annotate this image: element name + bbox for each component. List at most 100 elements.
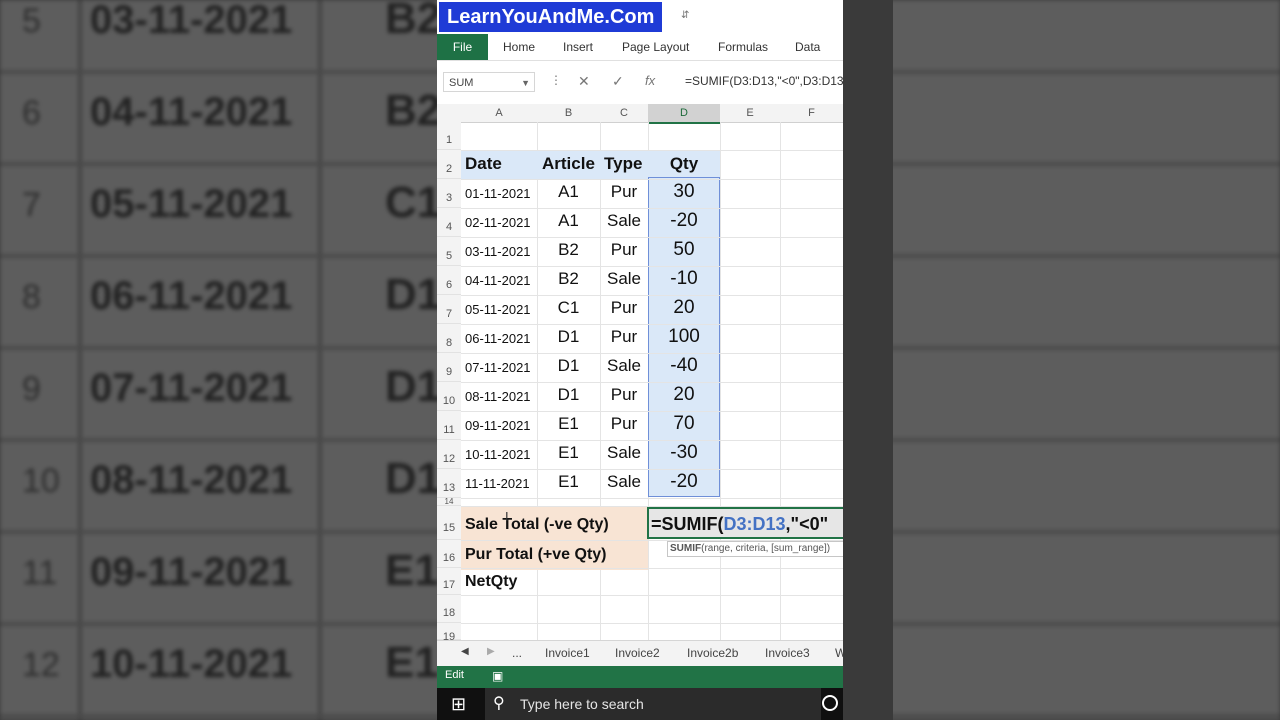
sheet-tab-w[interactable]: W <box>835 646 843 660</box>
row-header[interactable]: 9 <box>437 353 461 382</box>
tooltip-function-name[interactable]: SUMIF <box>670 543 701 554</box>
column-header-a[interactable]: A <box>461 104 538 123</box>
cell-qty[interactable]: 100 <box>648 326 720 348</box>
tab-home[interactable]: Home <box>503 34 535 60</box>
cell-article[interactable]: E1 <box>537 443 600 463</box>
row-header[interactable]: 18 <box>437 595 461 623</box>
cell-article[interactable]: E1 <box>537 472 600 492</box>
cell-type[interactable]: Sale <box>600 443 648 463</box>
cell-date[interactable]: 09-11-2021 <box>465 418 531 433</box>
column-header-e[interactable]: E <box>720 104 781 123</box>
row-header[interactable]: 13 <box>437 469 461 498</box>
cell-type[interactable]: Pur <box>600 182 648 202</box>
sheet-tab-invoice1[interactable]: Invoice1 <box>545 646 590 660</box>
row-header[interactable]: 17 <box>437 568 461 595</box>
sheet-tab-invoice2[interactable]: Invoice2 <box>615 646 660 660</box>
insert-function-icon[interactable]: fx <box>645 73 655 88</box>
cortana-icon[interactable] <box>822 695 838 711</box>
cell-qty[interactable]: 30 <box>648 181 720 203</box>
cell-type[interactable]: Pur <box>600 298 648 318</box>
cell-type[interactable]: Sale <box>600 356 648 376</box>
row-header[interactable]: 6 <box>437 266 461 295</box>
cell-date[interactable]: 04-11-2021 <box>465 273 531 288</box>
taskbar-search-box[interactable]: ⚲ Type here to search <box>485 688 821 720</box>
cell-qty[interactable]: -40 <box>648 355 720 377</box>
sale-total-label[interactable]: Sale Total (-ve Qty) <box>465 516 609 534</box>
cell-type[interactable]: Pur <box>600 240 648 260</box>
cell-article[interactable]: D1 <box>537 356 600 376</box>
sheet-tab-invoice3[interactable]: Invoice3 <box>765 646 810 660</box>
row-header[interactable]: 19 <box>437 623 461 643</box>
header-qty[interactable]: Qty <box>648 154 720 174</box>
column-header-c[interactable]: C <box>600 104 649 123</box>
cell-qty[interactable]: 50 <box>648 239 720 261</box>
cell-qty[interactable]: -10 <box>648 268 720 290</box>
cell-type[interactable]: Sale <box>600 211 648 231</box>
confirm-icon[interactable]: ✓ <box>612 73 624 90</box>
cancel-icon[interactable]: ✕ <box>578 73 590 90</box>
cell-qty[interactable]: -20 <box>648 210 720 232</box>
row-header[interactable]: 4 <box>437 208 461 237</box>
cell-article[interactable]: C1 <box>537 298 600 318</box>
select-all[interactable] <box>437 104 462 123</box>
cell-article[interactable]: B2 <box>537 269 600 289</box>
name-box[interactable]: SUM ▼ <box>443 72 535 92</box>
formula-input[interactable]: =SUMIF(D3:D13,"<0",D3:D13 <box>685 74 843 88</box>
cell-type[interactable]: Sale <box>600 269 648 289</box>
pur-total-label[interactable]: Pur Total (+ve Qty) <box>465 546 607 564</box>
header-article[interactable]: Article <box>542 154 595 174</box>
column-header-b[interactable]: B <box>537 104 601 123</box>
cell-date[interactable]: 03-11-2021 <box>465 244 531 259</box>
macro-record-icon[interactable]: ▣ <box>492 669 503 683</box>
cell-date[interactable]: 02-11-2021 <box>465 215 531 230</box>
cell-article[interactable]: A1 <box>537 211 600 231</box>
row-header[interactable]: 10 <box>437 382 461 411</box>
row-header[interactable]: 1 <box>437 122 461 150</box>
net-qty-label[interactable]: NetQty <box>465 573 517 591</box>
column-header-d[interactable]: D <box>648 104 721 124</box>
row-header[interactable]: 16 <box>437 540 461 568</box>
worksheet-grid[interactable]: A B C D E F 1 2 3 4 5 6 7 8 9 10 11 12 1… <box>437 104 843 643</box>
tab-formulas[interactable]: Formulas <box>718 34 768 60</box>
cell-date[interactable]: 06-11-2021 <box>465 331 531 346</box>
cell-article[interactable]: A1 <box>537 182 600 202</box>
row-header[interactable]: 12 <box>437 440 461 469</box>
more-sheets-icon[interactable]: ... <box>512 646 522 660</box>
cell-article[interactable]: D1 <box>537 327 600 347</box>
row-header[interactable]: 5 <box>437 237 461 266</box>
cell-type[interactable]: Sale <box>600 472 648 492</box>
cell-article[interactable]: E1 <box>537 414 600 434</box>
cell-type[interactable]: Pur <box>600 385 648 405</box>
scroll-left-icon[interactable]: ◀ <box>461 646 469 657</box>
cell-qty[interactable]: -20 <box>648 471 720 493</box>
column-header-f[interactable]: F <box>780 104 843 123</box>
tab-data[interactable]: Data <box>795 34 820 60</box>
cell-qty[interactable]: 20 <box>648 384 720 406</box>
chevron-down-icon[interactable]: ▼ <box>521 73 530 93</box>
header-date[interactable]: Date <box>465 154 502 174</box>
tab-insert[interactable]: Insert <box>563 34 593 60</box>
cell-date[interactable]: 11-11-2021 <box>465 476 530 491</box>
row-header[interactable]: 2 <box>437 150 461 179</box>
cell-article[interactable]: D1 <box>537 385 600 405</box>
active-cell-editor[interactable]: =SUMIF(D3:D13,"<0" <box>647 507 843 539</box>
row-header[interactable]: 7 <box>437 295 461 324</box>
tab-file[interactable]: File <box>437 34 488 60</box>
windows-start-icon[interactable]: ⊞ <box>451 694 466 715</box>
scroll-right-icon[interactable]: ▶ <box>487 646 495 657</box>
cell-article[interactable]: B2 <box>537 240 600 260</box>
row-header[interactable]: 11 <box>437 411 461 440</box>
cell-date[interactable]: 08-11-2021 <box>465 389 531 404</box>
cell-type[interactable]: Pur <box>600 414 648 434</box>
cell-date[interactable]: 07-11-2021 <box>465 360 531 375</box>
tab-page-layout[interactable]: Page Layout <box>622 34 689 60</box>
row-header[interactable]: 15 <box>437 506 461 540</box>
cell-qty[interactable]: -30 <box>648 442 720 464</box>
sheet-tab-invoice2b[interactable]: Invoice2b <box>687 646 738 660</box>
row-header[interactable]: 8 <box>437 324 461 353</box>
cell-date[interactable]: 10-11-2021 <box>465 447 531 462</box>
row-header[interactable]: 14 <box>437 498 461 506</box>
cell-date[interactable]: 05-11-2021 <box>465 302 531 317</box>
row-header[interactable]: 3 <box>437 179 461 208</box>
cell-type[interactable]: Pur <box>600 327 648 347</box>
